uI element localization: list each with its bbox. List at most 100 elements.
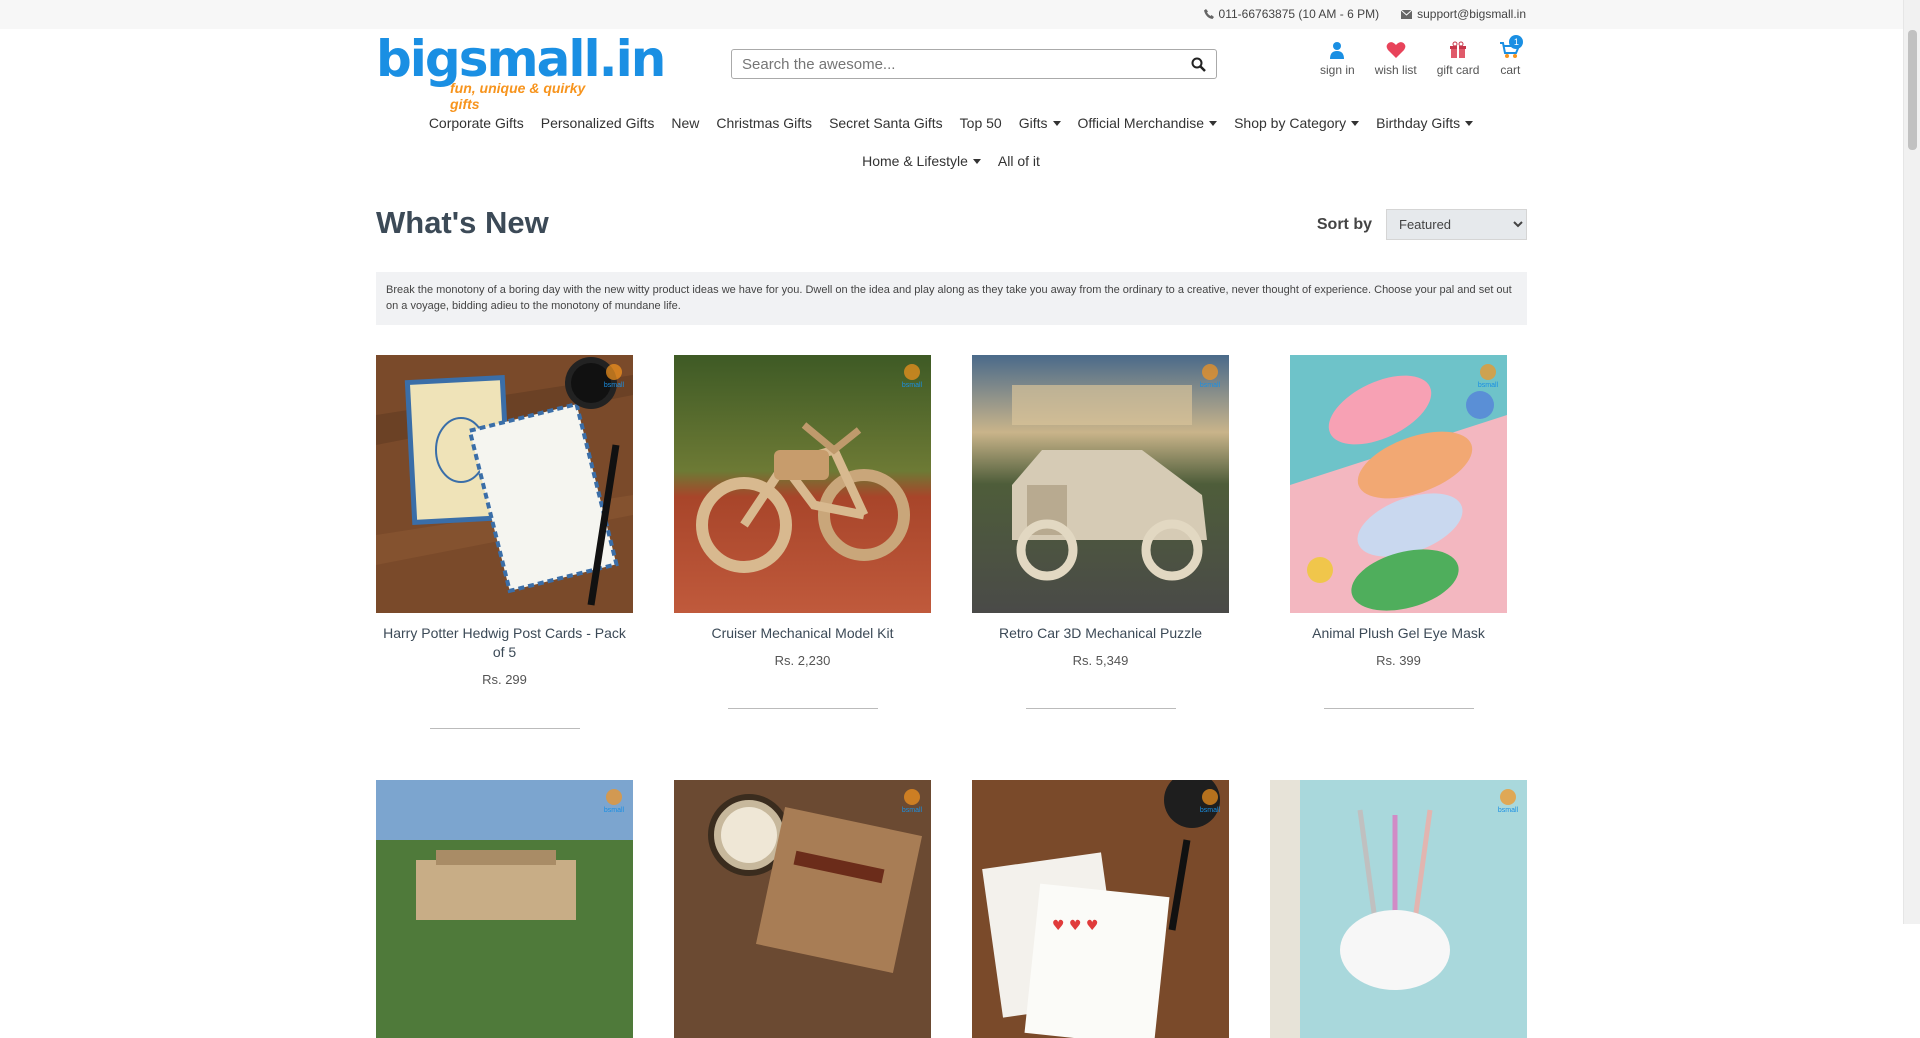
nav-new[interactable]: New bbox=[671, 115, 699, 131]
cart-label: cart bbox=[1500, 63, 1521, 77]
page-header: What's New Sort by Featured bbox=[376, 205, 1527, 255]
caret-down-icon bbox=[972, 158, 981, 164]
nav-corporate-gifts[interactable]: Corporate Gifts bbox=[429, 115, 524, 131]
product-price: Rs. 399 bbox=[1376, 653, 1421, 668]
nav-official-merchandise-menu[interactable]: Official Merchandise bbox=[1078, 115, 1218, 131]
svg-text:bsmall: bsmall bbox=[604, 807, 625, 814]
product-image[interactable]: bsmall bbox=[972, 355, 1229, 613]
svg-text:bsmall: bsmall bbox=[604, 382, 625, 389]
product-card[interactable]: bsmall Animal Plush Gel Eye Mask Rs. 399 bbox=[1270, 355, 1527, 709]
nav-shop-by-category-menu[interactable]: Shop by Category bbox=[1234, 115, 1360, 131]
nav-gifts-label: Gifts bbox=[1018, 115, 1048, 131]
watermark-icon: bsmall bbox=[604, 789, 625, 814]
phone-contact[interactable]: 011-66763875 (10 AM - 6 PM) bbox=[1203, 7, 1379, 21]
sort-label: Sort by bbox=[1316, 215, 1372, 233]
mail-icon bbox=[1401, 9, 1413, 19]
email-contact[interactable]: support@bigsmall.in bbox=[1401, 7, 1526, 21]
product-card[interactable]: ♥ ♥ ♥ bsmall bbox=[972, 780, 1229, 1038]
search-box bbox=[731, 49, 1217, 79]
product-price: Rs. 5,349 bbox=[1072, 653, 1129, 668]
logo-brand: bigsmall.in bbox=[376, 30, 666, 88]
top-bar: 011-66763875 (10 AM - 6 PM) support@bigs… bbox=[0, 0, 1920, 29]
nav-all-of-it[interactable]: All of it bbox=[998, 153, 1040, 169]
watermark-icon: bsmall bbox=[1498, 789, 1519, 814]
wishlist-link[interactable]: wish list bbox=[1375, 41, 1417, 77]
product-image[interactable]: bsmall bbox=[376, 355, 633, 613]
nav-official-merchandise-label: Official Merchandise bbox=[1077, 115, 1205, 131]
product-image[interactable]: ♥ ♥ ♥ bsmall bbox=[972, 780, 1229, 1038]
caret-down-icon bbox=[1465, 120, 1474, 126]
product-photo bbox=[376, 355, 633, 613]
product-image[interactable]: bsmall bbox=[674, 780, 931, 1038]
gift-card-label: gift card bbox=[1436, 63, 1480, 77]
product-photo bbox=[674, 355, 931, 613]
product-photo bbox=[1270, 780, 1527, 1038]
product-photo bbox=[376, 780, 633, 1038]
product-image[interactable]: bsmall bbox=[376, 780, 633, 1038]
product-photo bbox=[972, 355, 1229, 613]
nav-personalized-gifts[interactable]: Personalized Gifts bbox=[541, 115, 655, 131]
nav-top-50[interactable]: Top 50 bbox=[960, 115, 1002, 131]
product-card[interactable]: bsmall Harry Potter Hedwig Post Cards - … bbox=[376, 355, 633, 729]
phone-icon bbox=[1203, 9, 1214, 19]
page-scrollbar[interactable] bbox=[1903, 0, 1920, 924]
product-photo bbox=[674, 780, 931, 1038]
gift-icon bbox=[1450, 41, 1467, 58]
sign-in-label: sign in bbox=[1320, 63, 1355, 77]
caret-down-icon bbox=[1351, 120, 1360, 126]
sort-select[interactable]: Featured bbox=[1386, 209, 1527, 240]
watermark-icon: bsmall bbox=[902, 364, 923, 389]
nav-home-lifestyle-label: Home & Lifestyle bbox=[862, 153, 968, 169]
heart-icon bbox=[1386, 42, 1406, 58]
search-button[interactable] bbox=[1180, 57, 1216, 72]
svg-text:bsmall: bsmall bbox=[902, 382, 923, 389]
svg-text:bsmall: bsmall bbox=[1200, 382, 1221, 389]
product-image[interactable]: bsmall bbox=[674, 355, 931, 613]
nav-gifts-menu[interactable]: Gifts bbox=[1019, 115, 1061, 131]
product-price: Rs. 299 bbox=[482, 672, 527, 687]
svg-text:bsmall: bsmall bbox=[902, 807, 923, 814]
gift-card-link[interactable]: gift card bbox=[1436, 41, 1480, 77]
nav-home-lifestyle-menu[interactable]: Home & Lifestyle bbox=[862, 153, 981, 169]
product-card[interactable]: bsmall bbox=[1270, 780, 1527, 1038]
site-logo[interactable]: bigsmall.in fun, unique & quirky gifts bbox=[376, 30, 666, 112]
nav-shop-by-category-label: Shop by Category bbox=[1234, 115, 1347, 131]
watermark-icon: bsmall bbox=[1200, 364, 1221, 389]
product-card[interactable]: bsmall Retro Car 3D Mechanical Puzzle Rs… bbox=[972, 355, 1229, 709]
product-photo: ♥ ♥ ♥ bbox=[972, 780, 1229, 1038]
sign-in-link[interactable]: sign in bbox=[1320, 41, 1355, 77]
sort-control: Sort by Featured bbox=[1317, 209, 1527, 240]
search-icon bbox=[1191, 57, 1206, 72]
search-input[interactable] bbox=[732, 55, 1180, 73]
product-price: Rs. 2,230 bbox=[774, 653, 831, 668]
watermark-icon: bsmall bbox=[902, 789, 923, 814]
cart-link[interactable]: 1 cart bbox=[1499, 35, 1524, 77]
site-header: bigsmall.in fun, unique & quirky gifts s… bbox=[0, 29, 1920, 112]
svg-text:♥ ♥ ♥: ♥ ♥ ♥ bbox=[1052, 918, 1099, 934]
caret-down-icon bbox=[1052, 120, 1061, 126]
product-image[interactable]: bsmall bbox=[1290, 355, 1507, 613]
product-name[interactable]: Harry Potter Hedwig Post Cards - Pack of… bbox=[376, 624, 633, 662]
product-card[interactable]: bsmall bbox=[674, 780, 931, 1038]
svg-text:bsmall: bsmall bbox=[1200, 807, 1221, 814]
product-card[interactable]: bsmall bbox=[376, 780, 633, 1038]
main-nav: Corporate Gifts Personalized Gifts New C… bbox=[376, 104, 1526, 180]
user-icon bbox=[1330, 42, 1345, 59]
nav-secret-santa-gifts[interactable]: Secret Santa Gifts bbox=[829, 115, 943, 131]
product-photo bbox=[1290, 355, 1507, 613]
nav-birthday-gifts-menu[interactable]: Birthday Gifts bbox=[1376, 115, 1474, 131]
product-card[interactable]: bsmall Cruiser Mechanical Model Kit Rs. … bbox=[674, 355, 931, 709]
collection-description: Break the monotony of a boring day with … bbox=[376, 272, 1527, 325]
caret-down-icon bbox=[1209, 120, 1218, 126]
svg-text:bsmall: bsmall bbox=[1478, 382, 1499, 389]
email-text: support@bigsmall.in bbox=[1417, 7, 1526, 21]
product-name[interactable]: Retro Car 3D Mechanical Puzzle bbox=[972, 624, 1229, 643]
divider bbox=[1323, 708, 1474, 709]
product-name[interactable]: Animal Plush Gel Eye Mask bbox=[1270, 624, 1527, 643]
watermark-icon: bsmall bbox=[1200, 789, 1221, 814]
watermark-icon: bsmall bbox=[1478, 364, 1499, 389]
product-name[interactable]: Cruiser Mechanical Model Kit bbox=[674, 624, 931, 643]
nav-christmas-gifts[interactable]: Christmas Gifts bbox=[716, 115, 812, 131]
product-image[interactable]: bsmall bbox=[1270, 780, 1527, 1038]
divider bbox=[1025, 708, 1176, 709]
